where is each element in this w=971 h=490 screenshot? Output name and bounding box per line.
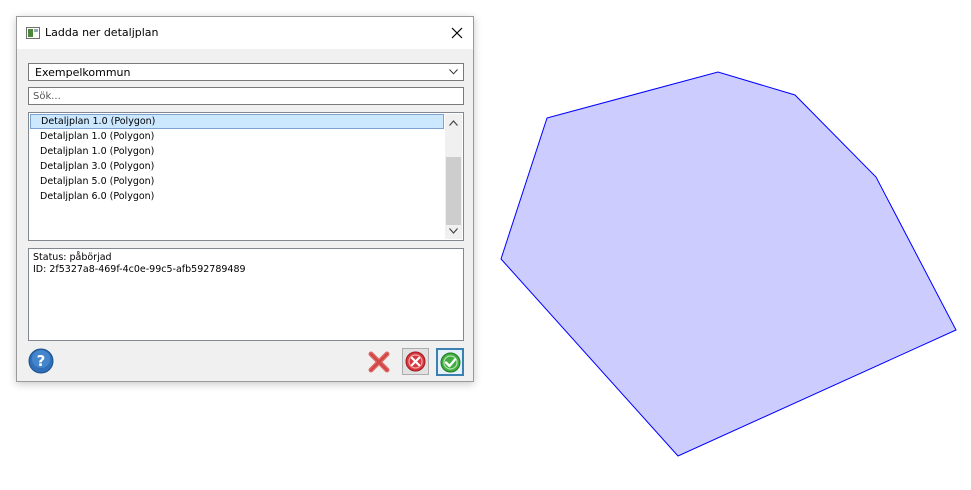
chevron-down-icon (449, 69, 458, 75)
delete-button[interactable] (368, 351, 390, 373)
plan-list-item[interactable]: Detaljplan 6.0 (Polygon) (30, 189, 444, 204)
download-plan-dialog: Ladda ner detaljplan Exempelkommun Detal… (16, 16, 474, 382)
help-question-icon: ? (28, 348, 54, 374)
scroll-thumb[interactable] (446, 157, 461, 225)
close-button[interactable] (441, 17, 473, 49)
plan-info-box: Status: påbörjad ID: 2f5327a8-469f-4c0e-… (28, 248, 464, 341)
chevron-up-icon (449, 119, 458, 126)
plan-list-item[interactable]: Detaljplan 1.0 (Polygon) (30, 129, 444, 144)
id-line: ID: 2f5327a8-469f-4c0e-99c5-afb592789489 (33, 264, 246, 275)
municipality-select[interactable]: Exempelkommun (28, 63, 464, 81)
chevron-down-icon (449, 227, 458, 234)
cancel-button[interactable] (402, 348, 429, 375)
status-line: Status: påbörjad (33, 252, 112, 263)
red-x-icon (368, 351, 390, 373)
plan-list-item[interactable]: Detaljplan 1.0 (Polygon) (30, 114, 444, 129)
cancel-circle-icon (405, 351, 426, 372)
plan-list-item[interactable]: Detaljplan 1.0 (Polygon) (30, 144, 444, 159)
window-app-icon (26, 27, 40, 39)
plan-list-item[interactable]: Detaljplan 5.0 (Polygon) (30, 174, 444, 189)
plan-list[interactable]: Detaljplan 1.0 (Polygon) Detaljplan 1.0 (… (28, 112, 464, 241)
plan-list-scrollbar[interactable] (445, 114, 462, 239)
dialog-title: Ladda ner detaljplan (45, 26, 159, 39)
plan-polygon[interactable] (500, 71, 957, 457)
scroll-up-button[interactable] (445, 114, 462, 131)
municipality-value: Exempelkommun (35, 66, 131, 79)
ok-button[interactable] (436, 348, 464, 376)
ok-check-icon (440, 352, 460, 372)
close-icon (451, 27, 463, 39)
scroll-down-button[interactable] (445, 222, 462, 239)
svg-text:?: ? (37, 352, 46, 370)
plan-list-item[interactable]: Detaljplan 3.0 (Polygon) (30, 159, 444, 174)
help-button[interactable]: ? (28, 348, 54, 374)
plan-list-items: Detaljplan 1.0 (Polygon) Detaljplan 1.0 (… (30, 114, 444, 239)
titlebar: Ladda ner detaljplan (17, 17, 473, 49)
search-input[interactable] (28, 87, 464, 105)
